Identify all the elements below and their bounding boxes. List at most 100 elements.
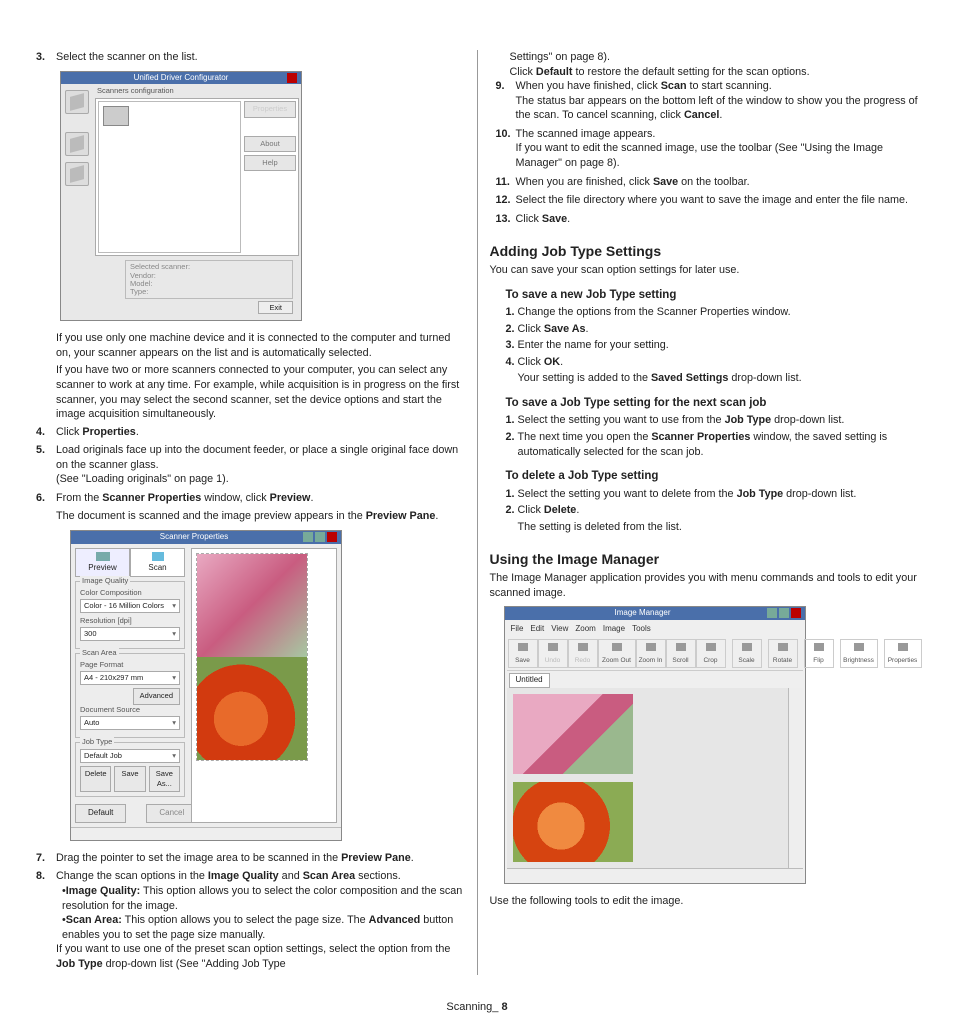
im-after-text: Use the following tools to edit the imag… xyxy=(490,894,925,909)
tool-scroll-icon[interactable]: Scroll xyxy=(666,639,696,668)
menu-tools[interactable]: Tools xyxy=(632,624,651,635)
pageformat-combo[interactable]: A4 - 210x297 mm▾ xyxy=(80,671,180,685)
close-icon[interactable] xyxy=(287,73,297,83)
step-5: 5. Load originals face up into the docum… xyxy=(30,443,465,487)
tool-brightness-icon[interactable]: Brightness xyxy=(840,639,878,668)
max-icon[interactable] xyxy=(779,608,789,618)
min-icon[interactable] xyxy=(767,608,777,618)
step-4: 4. Click Properties. xyxy=(30,425,465,440)
tool-properties-icon[interactable]: Properties xyxy=(884,639,922,668)
type-label: Type: xyxy=(130,288,288,296)
about-button[interactable]: About xyxy=(244,136,296,152)
sp-titlebar: Scanner Properties xyxy=(71,531,341,544)
udc-titlebar: Unified Driver Configurator xyxy=(61,72,301,85)
udc-sidebar xyxy=(63,86,95,318)
step-6: 6. From the Scanner Properties window, c… xyxy=(30,491,465,506)
selected-scanner-panel: Selected scanner: Vendor: Model: Type: xyxy=(125,260,293,299)
heading-adding-jobtype: Adding Job Type Settings xyxy=(490,242,925,261)
heading-save-new: To save a new Job Type setting xyxy=(506,288,925,304)
step-12: 12. Select the file directory where you … xyxy=(490,193,925,208)
right-column: Settings" on page 8). Click Default to r… xyxy=(478,50,925,975)
scrollbar-vertical[interactable] xyxy=(788,688,803,868)
scrollbar-horizontal[interactable] xyxy=(71,827,341,840)
menu-view[interactable]: View xyxy=(551,624,568,635)
port-icon[interactable] xyxy=(65,162,89,186)
group-image-quality: Image Quality Color Composition Color - … xyxy=(75,581,185,650)
menu-zoom[interactable]: Zoom xyxy=(575,624,595,635)
properties-button[interactable]: Properties xyxy=(244,101,296,117)
cont-text: Settings" on page 8). xyxy=(510,50,925,65)
group-scan-area: Scan Area Page Format A4 - 210x297 mm▾ A… xyxy=(75,653,185,738)
jobtype-combo[interactable]: Default Job▾ xyxy=(80,749,180,763)
scrollbar-horizontal[interactable] xyxy=(507,868,803,881)
udc-window: Unified Driver Configurator Scanners con… xyxy=(60,71,302,322)
tool-zoomin-icon[interactable]: Zoom In xyxy=(636,639,666,668)
tool-save-icon[interactable]: Save xyxy=(508,639,538,668)
udc-group-label: Scanners configuration xyxy=(95,86,299,98)
step-3: 3. Select the scanner on the list. xyxy=(30,50,465,65)
heading-delete: To delete a Job Type setting xyxy=(506,469,925,485)
advanced-button[interactable]: Advanced xyxy=(133,688,180,704)
tool-undo-icon[interactable]: Undo xyxy=(538,639,568,668)
im-subtitle: The Image Manager application provides y… xyxy=(490,571,925,600)
scanner-list[interactable] xyxy=(98,101,241,253)
tool-rotate-icon[interactable]: Rotate xyxy=(768,639,798,668)
group-job-type: Job Type Default Job▾ Delete Save Save A… xyxy=(75,742,185,797)
cancel-button[interactable]: Cancel xyxy=(146,804,197,823)
saveas-button[interactable]: Save As... xyxy=(149,766,180,792)
tool-flip-icon[interactable]: Flip xyxy=(804,639,834,668)
heading-save-next: To save a Job Type setting for the next … xyxy=(506,396,925,412)
tab-preview[interactable]: Preview xyxy=(75,548,130,577)
step-9: 9. When you have finished, click Scan to… xyxy=(490,79,925,123)
scanner-icon[interactable] xyxy=(65,132,89,156)
printer-icon[interactable] xyxy=(65,90,89,114)
im-canvas[interactable] xyxy=(507,688,788,868)
para-single-device: If you use only one machine device and i… xyxy=(56,331,465,360)
add-subtitle: You can save your scan option settings f… xyxy=(490,263,925,278)
chevron-down-icon: ▾ xyxy=(172,718,176,728)
udc-title: Unified Driver Configurator xyxy=(134,73,229,84)
im-image-bottom xyxy=(513,782,633,862)
docsource-combo[interactable]: Auto▾ xyxy=(80,716,180,730)
exit-button[interactable]: Exit xyxy=(258,301,293,314)
max-icon[interactable] xyxy=(315,532,325,542)
heading-image-manager: Using the Image Manager xyxy=(490,550,925,569)
help-button[interactable]: Help xyxy=(244,155,296,171)
sp-title: Scanner Properties xyxy=(160,532,228,543)
default-button[interactable]: Default xyxy=(75,804,126,823)
step-13: 13. Click Save. xyxy=(490,212,925,227)
im-menubar: File Edit View Zoom Image Tools xyxy=(507,622,803,637)
min-icon[interactable] xyxy=(303,532,313,542)
tab-scan[interactable]: Scan xyxy=(130,548,185,577)
model-label: Model: xyxy=(130,280,288,288)
color-combo[interactable]: Color - 16 Million Colors▾ xyxy=(80,599,180,613)
im-toolbar: Save Undo Redo Zoom Out Zoom In Scroll C… xyxy=(507,637,803,671)
chevron-down-icon: ▾ xyxy=(172,751,176,761)
menu-image[interactable]: Image xyxy=(603,624,625,635)
preview-pane[interactable] xyxy=(191,548,337,823)
step-11: 11. When you are finished, click Save on… xyxy=(490,175,925,190)
im-title: Image Manager xyxy=(614,608,670,619)
tool-redo-icon[interactable]: Redo xyxy=(568,639,598,668)
delete-button[interactable]: Delete xyxy=(80,766,111,792)
menu-file[interactable]: File xyxy=(511,624,524,635)
im-titlebar: Image Manager xyxy=(505,607,805,620)
left-column: 3. Select the scanner on the list. Unifi… xyxy=(30,50,478,975)
menu-edit[interactable]: Edit xyxy=(530,624,544,635)
tool-scale-icon[interactable]: Scale xyxy=(732,639,762,668)
page-footer: Scanning_ 8 xyxy=(0,1000,954,1015)
step-7: 7. Drag the pointer to set the image are… xyxy=(30,851,465,866)
im-image-top xyxy=(513,694,633,774)
step-8: 8. Change the scan options in the Image … xyxy=(30,869,465,971)
step-10: 10. The scanned image appears.If you wan… xyxy=(490,127,925,171)
para-preview: The document is scanned and the image pr… xyxy=(56,510,366,522)
close-icon[interactable] xyxy=(791,608,801,618)
chevron-down-icon: ▾ xyxy=(172,601,176,611)
scanner-list-item[interactable] xyxy=(103,106,129,126)
save-button[interactable]: Save xyxy=(114,766,145,792)
close-icon[interactable] xyxy=(327,532,337,542)
tool-zoomout-icon[interactable]: Zoom Out xyxy=(598,639,636,668)
tool-crop-icon[interactable]: Crop xyxy=(696,639,726,668)
im-doc-tab[interactable]: Untitled xyxy=(509,673,550,688)
resolution-combo[interactable]: 300▾ xyxy=(80,627,180,641)
